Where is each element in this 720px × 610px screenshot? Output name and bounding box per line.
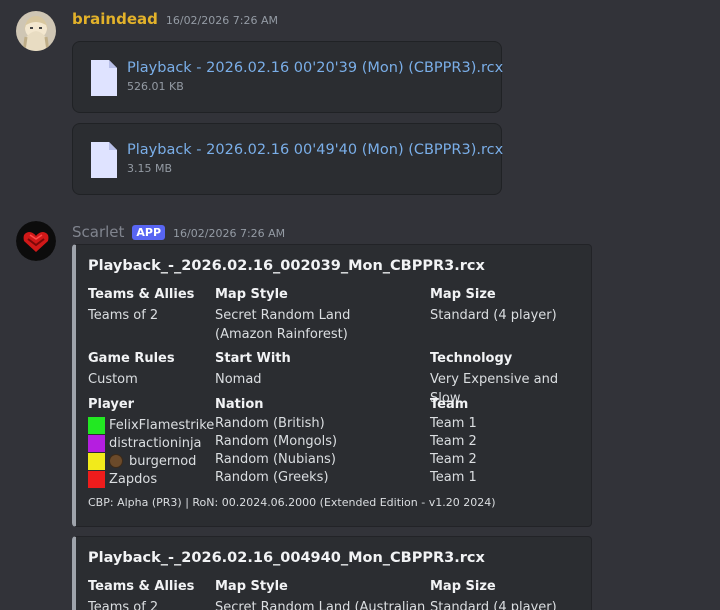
player-nation: Random (Mongols)	[215, 434, 338, 449]
field-label-teams: Teams & Allies	[88, 287, 195, 302]
embed-footer: CBP: Alpha (PR3) | RoN: 00.2024.06.2000 …	[88, 496, 496, 509]
message-header: Scarlet APP 16/02/2026 7:26 AM	[72, 223, 285, 241]
replay-embed: Playback_-_2026.02.16_002039_Mon_CBPPR3.…	[72, 244, 592, 527]
player-row: burgernod	[88, 452, 196, 470]
field-value-map-style: Secret Random Land (Australian	[215, 600, 426, 610]
player-team: Team 2	[430, 434, 477, 449]
field-value-teams: Teams of 2	[88, 308, 159, 323]
player-nation: Random (Greeks)	[215, 470, 329, 485]
field-label-map-size: Map Size	[430, 287, 496, 302]
field-label-tech: Technology	[430, 351, 513, 366]
player-color-swatch	[88, 416, 105, 434]
field-label-map-style: Map Style	[215, 579, 288, 594]
replay-embed: Playback_-_2026.02.16_004940_Mon_CBPPR3.…	[72, 536, 592, 610]
field-label-map-style: Map Style	[215, 287, 288, 302]
player-team: Team 1	[430, 416, 477, 431]
app-badge: APP	[132, 225, 166, 240]
player-color-swatch	[88, 434, 105, 452]
player-row: Zapdos	[88, 470, 157, 488]
player-name: FelixFlamestrike	[109, 417, 215, 433]
player-row: distractioninja	[88, 434, 202, 452]
message-timestamp: 16/02/2026 7:26 AM	[173, 227, 286, 240]
chat-channel: braindead 16/02/2026 7:26 AM Playback - …	[0, 0, 720, 610]
player-color-swatch	[88, 452, 105, 470]
player-nation: Random (British)	[215, 416, 325, 431]
player-name: distractioninja	[109, 435, 202, 451]
embed-title: Playback_-_2026.02.16_002039_Mon_CBPPR3.…	[88, 258, 485, 274]
field-label-teams: Teams & Allies	[88, 579, 195, 594]
field-value-map-size: Standard (4 player)	[430, 308, 557, 323]
player-team: Team 1	[430, 470, 477, 485]
field-value-map-size: Standard (4 player)	[430, 600, 557, 610]
player-avatar-icon	[109, 454, 123, 468]
player-row: FelixFlamestrike	[88, 416, 214, 434]
field-value-teams: Teams of 2	[88, 600, 159, 610]
field-value-map-style: Secret Random Land (Amazon Rainforest)	[215, 308, 351, 342]
avatar-scarlet[interactable]	[16, 221, 56, 261]
player-name: Zapdos	[109, 471, 158, 487]
field-label-start: Start With	[215, 351, 291, 366]
player-name: burgernod	[129, 453, 197, 469]
player-color-swatch	[88, 470, 105, 488]
field-label-team: Team	[430, 397, 469, 412]
player-nation: Random (Nubians)	[215, 452, 336, 467]
field-label-rules: Game Rules	[88, 351, 175, 366]
field-label-player: Player	[88, 397, 135, 412]
field-label-map-size: Map Size	[430, 579, 496, 594]
field-value-start: Nomad	[215, 372, 262, 387]
message-scarlet: Scarlet APP 16/02/2026 7:26 AM Playback_…	[0, 0, 720, 610]
author-name[interactable]: Scarlet	[72, 223, 124, 241]
player-team: Team 2	[430, 452, 477, 467]
field-value-rules: Custom	[88, 372, 138, 387]
field-label-nation: Nation	[215, 397, 264, 412]
embed-title: Playback_-_2026.02.16_004940_Mon_CBPPR3.…	[88, 550, 485, 566]
